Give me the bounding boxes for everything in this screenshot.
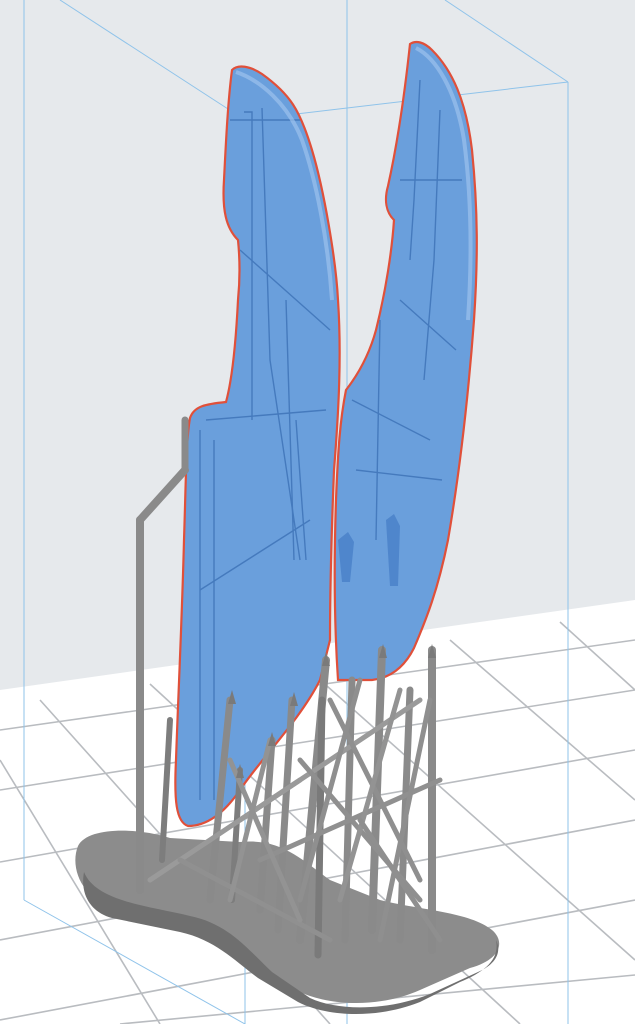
scene-canvas [0,0,635,1024]
3d-viewport[interactable] [0,0,635,1024]
